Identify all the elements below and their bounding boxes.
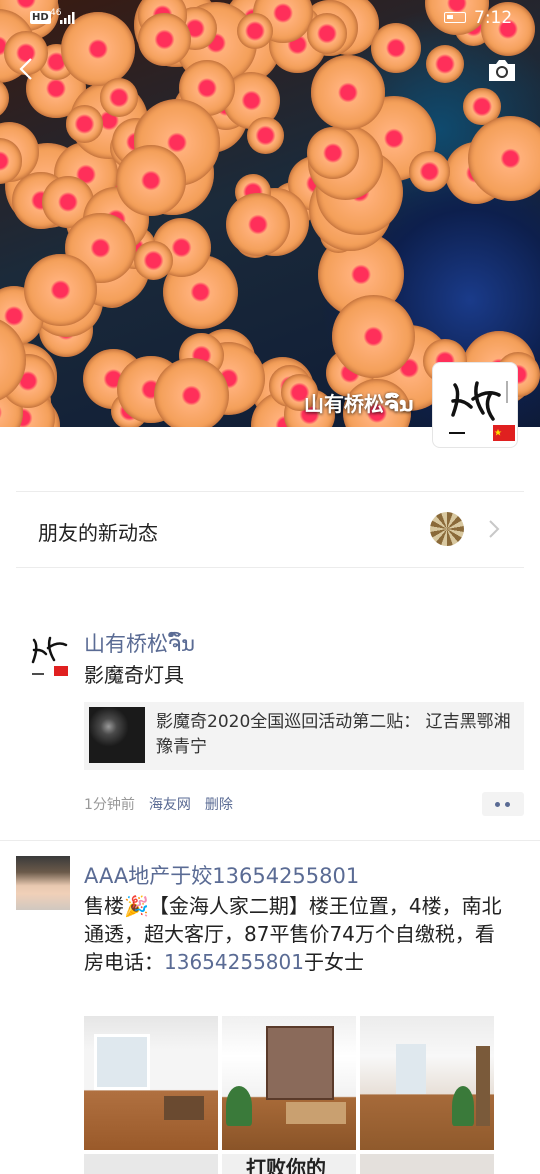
profile-avatar[interactable]: [432, 362, 518, 448]
shared-link-card[interactable]: 影魔奇2020全国巡回活动第二贴： 辽吉黑鄂湘豫青宁: [84, 702, 524, 770]
post-text: 影魔奇灯具: [84, 663, 184, 687]
clock: 7:12: [474, 8, 513, 28]
window-detail: [396, 1044, 426, 1094]
coral-polyp: [307, 127, 359, 179]
more-dots-icon: [495, 802, 500, 807]
post-text-tail: 于女士: [303, 950, 364, 974]
post-text: 售楼🎉【金海人家二期】楼王位置，4楼，南北通透，超大客厅，87平售价74万个自缴…: [84, 892, 514, 976]
post-author-avatar[interactable]: [28, 628, 72, 680]
status-bar: HD 46 7:12: [0, 0, 540, 36]
battery-icon: [444, 12, 466, 23]
coral-polyp: [409, 151, 450, 192]
post-author-name[interactable]: AAA地产于姣13654255801: [84, 860, 359, 890]
post-meta: 1分钟前 海友网 删除: [84, 794, 233, 814]
plant-detail: [452, 1086, 474, 1126]
more-dots-icon: [505, 802, 510, 807]
post-author-name[interactable]: 山有桥松ຈົ໌ນ: [84, 628, 195, 658]
coral-polyp: [115, 144, 187, 216]
friends-updates-row[interactable]: 朋友的新动态: [0, 492, 540, 567]
coral-polyp: [426, 45, 465, 84]
coral-polyp: [310, 55, 386, 130]
coral-polyp: [99, 77, 139, 117]
back-arrow-icon[interactable]: [14, 56, 40, 82]
calligraphy-logo-icon: [31, 636, 68, 676]
coral-polyp: [153, 358, 230, 427]
post-time: 1分钟前: [84, 797, 135, 813]
post-photo[interactable]: 打败你的: [222, 1154, 356, 1174]
plant-detail: [226, 1086, 252, 1126]
coral-polyp: [331, 294, 416, 379]
tv-cabinet-detail: [286, 1102, 346, 1124]
post-photo[interactable]: [84, 1016, 218, 1150]
coral-polyp: [226, 192, 290, 257]
calligraphy-logo-icon: [449, 381, 515, 441]
post-photo[interactable]: [84, 1154, 218, 1174]
furniture-detail: [164, 1096, 204, 1120]
shared-link-title: 影魔奇2020全国巡回活动第二贴： 辽吉黑鄂湘豫青宁: [156, 712, 511, 757]
chevron-right-icon: [489, 520, 500, 538]
friends-updates-label: 朋友的新动态: [38, 521, 158, 545]
door-detail: [476, 1046, 490, 1126]
window-detail: [94, 1034, 150, 1090]
photo-overlay-text: 打败你的: [246, 1156, 326, 1174]
post-photo[interactable]: [222, 1016, 356, 1150]
post-source[interactable]: 海友网: [149, 797, 191, 813]
post-photo[interactable]: [360, 1154, 494, 1174]
more-options-button[interactable]: [482, 792, 524, 816]
hd-indicator: HD: [30, 11, 51, 24]
friend-avatar-thumb: [430, 512, 464, 546]
phone-link[interactable]: 13654255801: [164, 950, 304, 974]
post-photo[interactable]: [360, 1016, 494, 1150]
divider: [0, 840, 540, 841]
camera-icon[interactable]: [486, 56, 518, 84]
coral-polyp: [246, 116, 285, 155]
delete-link[interactable]: 删除: [205, 797, 233, 813]
shared-link-thumbnail: [89, 707, 145, 763]
coral-polyp: [23, 253, 97, 327]
wall-art-detail: [266, 1026, 334, 1100]
post-author-avatar[interactable]: [16, 856, 70, 910]
coral-polyp: [468, 115, 540, 201]
divider: [16, 567, 524, 568]
coral-polyp: [65, 105, 104, 143]
signal-icon: [60, 12, 75, 24]
coral-polyp: [0, 76, 9, 120]
profile-name: 山有桥松ຈົ໌ນ: [304, 392, 414, 416]
